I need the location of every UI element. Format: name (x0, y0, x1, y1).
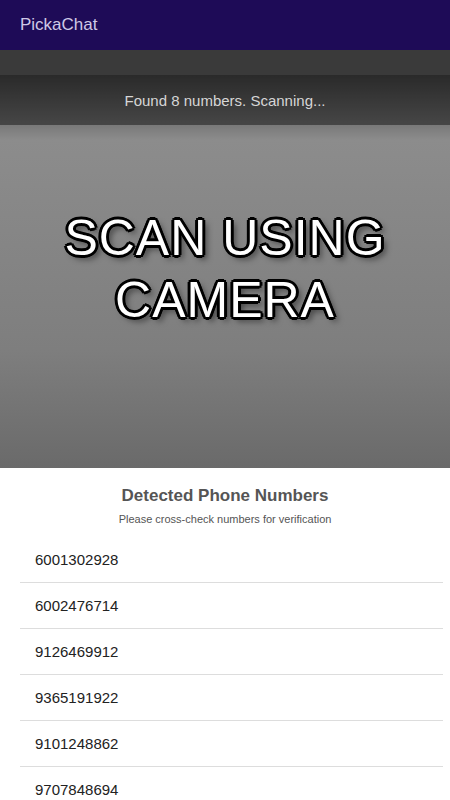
caption-line: CAMERA (115, 269, 335, 331)
phone-number-row[interactable]: 9101248862 (20, 721, 443, 767)
promo-caption: SCAN USINGCAMERA (64, 207, 385, 331)
app-title: PickaChat (20, 15, 97, 35)
screen: PickaChat Found 8 numbers. Scanning... SCA… (0, 0, 450, 800)
caption-line: SCAN USING (64, 207, 385, 269)
scan-status: Found 8 numbers. Scanning... (125, 92, 326, 109)
phone-number-row[interactable]: 9707848694 (20, 767, 443, 800)
phone-number-row[interactable]: 9126469912 (20, 629, 443, 675)
number-list: 6001302928600247671491264699129365191922… (20, 537, 443, 800)
phone-number-row[interactable]: 9365191922 (20, 675, 443, 721)
sheet-title: Detected Phone Numbers (122, 486, 329, 506)
scan-status-bar: Found 8 numbers. Scanning... (0, 75, 450, 125)
sheet-subtitle: Please cross-check numbers for verificat… (119, 513, 332, 525)
camera-preview: Found 8 numbers. Scanning... SCAN USINGCA… (0, 50, 450, 468)
detected-numbers-sheet: Detected Phone Numbers Please cross-check… (0, 468, 450, 800)
app-bar: PickaChat (0, 0, 450, 50)
phone-number-row[interactable]: 6001302928 (20, 537, 443, 583)
phone-number-row[interactable]: 6002476714 (20, 583, 443, 629)
